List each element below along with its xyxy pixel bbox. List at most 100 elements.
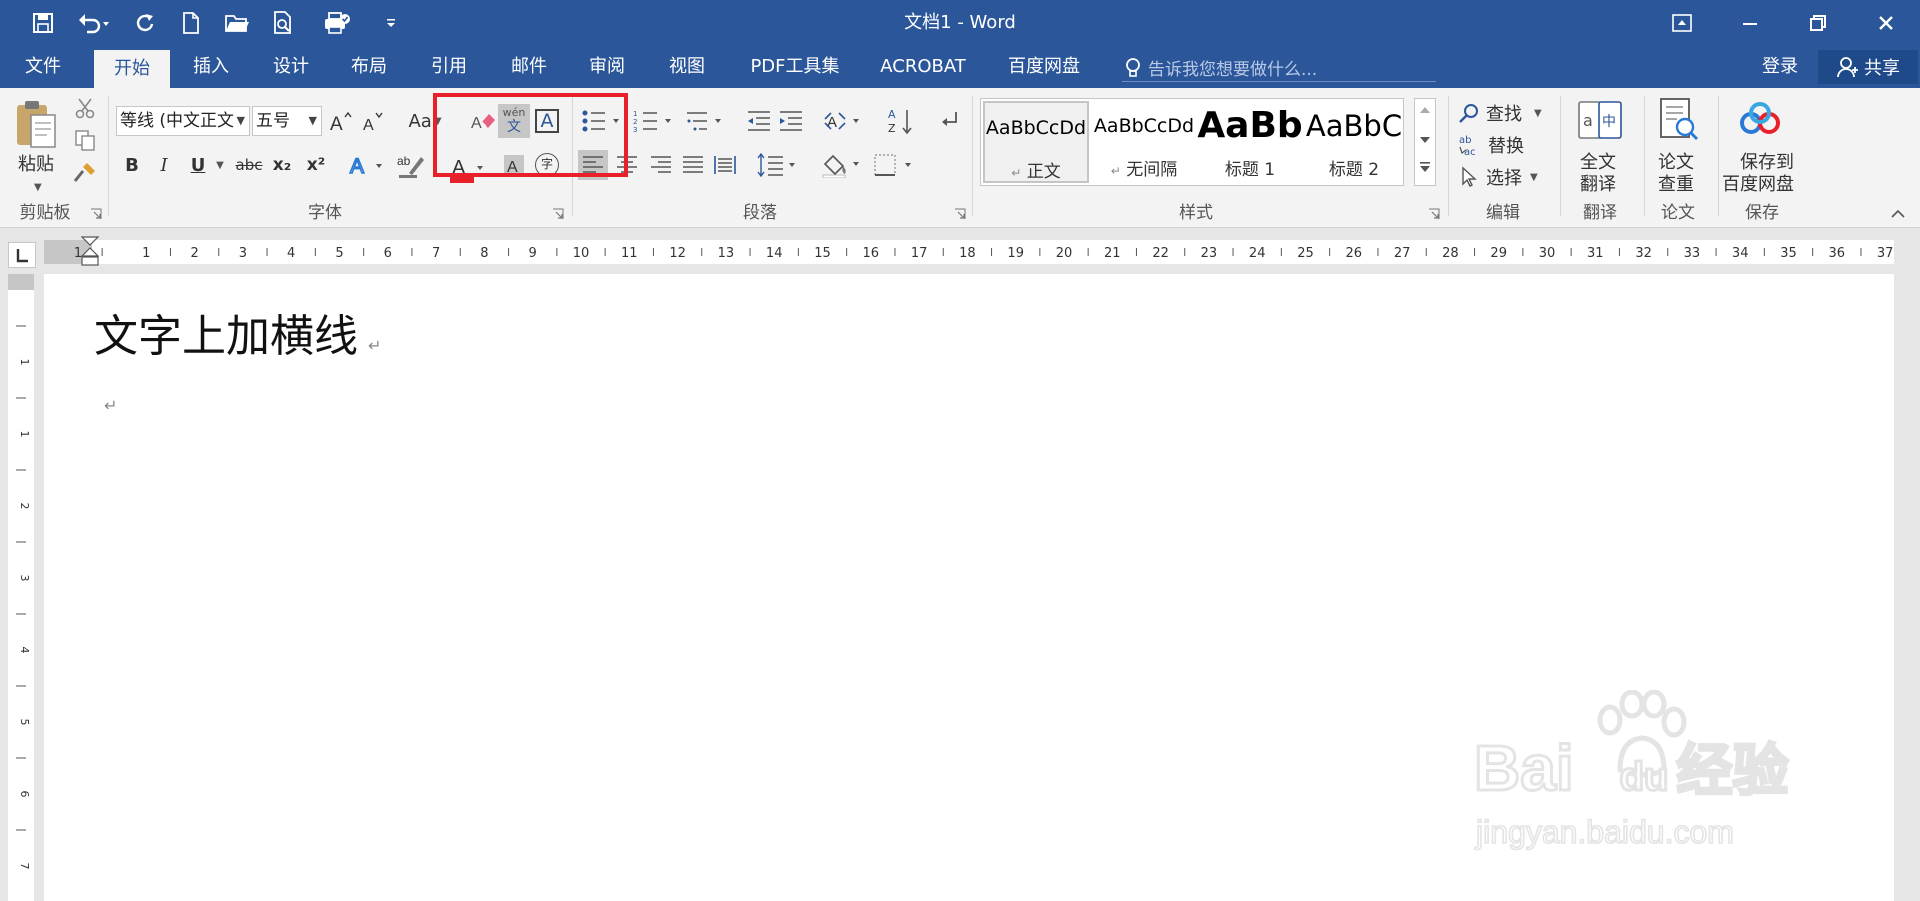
minimize-button[interactable]: [1716, 0, 1784, 46]
distributed-button[interactable]: [710, 150, 740, 180]
highlight-button[interactable]: ab: [396, 150, 426, 180]
paper-check-button[interactable]: [1650, 96, 1706, 146]
svg-text:A: A: [363, 117, 374, 133]
style-heading-2[interactable]: AaBbC 标题 2: [1301, 101, 1407, 183]
tab-mailings[interactable]: 邮件: [500, 46, 558, 88]
font-name-combo[interactable]: 等线 (中文正文 ▼: [116, 106, 250, 136]
tab-pdf-tools[interactable]: PDF工具集: [740, 46, 850, 88]
borders-button[interactable]: [872, 150, 918, 180]
ribbon-display-options-button[interactable]: [1648, 0, 1716, 46]
tab-home[interactable]: 开始: [94, 50, 170, 88]
paste-button[interactable]: [12, 98, 60, 152]
multilevel-list-button[interactable]: [684, 106, 730, 136]
select-button[interactable]: 选择 ▼: [1458, 162, 1548, 192]
paragraph-mark-icon: [942, 112, 957, 126]
dialog-launcher-icon[interactable]: [90, 208, 102, 220]
font-size-combo[interactable]: 五号 ▼: [252, 106, 322, 136]
collapse-ribbon-button[interactable]: [1886, 204, 1910, 224]
style-preview: AaBbCcDd: [1093, 115, 1195, 137]
replace-icon: abac: [1459, 135, 1476, 157]
styles-gallery: AaBbCcDd ↵ 正文 AaBbCcDd ↵ 无间隔 AaBb 标题 1 A…: [980, 98, 1404, 186]
shrink-font-button[interactable]: A: [358, 106, 386, 136]
dialog-launcher-icon[interactable]: [552, 208, 564, 220]
copy-button[interactable]: [72, 128, 98, 152]
distributed-icon: [714, 156, 736, 174]
style-no-spacing[interactable]: AaBbCcDd ↵ 无间隔: [1091, 101, 1197, 183]
ruler-number: 34: [1732, 246, 1749, 261]
ruler-number: 4: [18, 647, 31, 654]
save-to-netdisk-button[interactable]: [1732, 96, 1788, 146]
dialog-launcher-icon[interactable]: [954, 208, 966, 220]
replace-button[interactable]: ab ac 替换: [1458, 130, 1548, 160]
ruler-number: 17: [911, 246, 928, 261]
tab-insert[interactable]: 插入: [182, 46, 240, 88]
close-button[interactable]: [1852, 0, 1920, 46]
subscript-button[interactable]: x₂: [268, 150, 296, 180]
document-heading[interactable]: 文字上加横线 ↵: [94, 300, 381, 364]
tab-references[interactable]: 引用: [420, 46, 478, 88]
underline-button[interactable]: U: [184, 150, 212, 180]
ruler-number: 2: [190, 246, 198, 261]
bold-button[interactable]: B: [118, 150, 146, 180]
tab-selector[interactable]: [8, 242, 36, 268]
ruler-number: 16: [863, 246, 880, 261]
ruler-margin: [8, 274, 34, 290]
tab-file[interactable]: 文件: [14, 46, 72, 88]
tab-layout[interactable]: 布局: [340, 46, 398, 88]
increase-indent-button[interactable]: [776, 106, 806, 136]
format-painter-button[interactable]: [72, 160, 98, 184]
line-spacing-icon: [757, 153, 795, 177]
watermark-url: jingyan.baidu.com: [1475, 813, 1735, 851]
restore-button[interactable]: [1784, 0, 1852, 46]
svg-text:中: 中: [1602, 114, 1616, 130]
strikethrough-button[interactable]: abc: [234, 150, 264, 180]
decrease-indent-button[interactable]: [744, 106, 774, 136]
line-spacing-button[interactable]: [756, 150, 802, 180]
ruler-number: 33: [1684, 246, 1701, 261]
translate-button[interactable]: a中: [1572, 96, 1628, 146]
superscript-button[interactable]: x²: [302, 150, 330, 180]
scroll-down-icon[interactable]: [1419, 135, 1431, 145]
sort-button[interactable]: AZ: [886, 104, 916, 138]
chinese-layout-button[interactable]: A: [822, 106, 866, 136]
horizontal-ruler[interactable]: 1 1 2 3 4 5 6 7 8 9 10 11 12 13 14 15 16 17 18 19 20 21 22 23 24…: [44, 236, 1894, 266]
dialog-launcher-icon[interactable]: [1428, 208, 1440, 220]
show-hide-marks-button[interactable]: [934, 106, 964, 136]
indent-marker-icon[interactable]: [80, 236, 100, 276]
grow-font-button[interactable]: A: [326, 106, 354, 136]
svg-text:Z: Z: [888, 122, 896, 135]
ruler-number: 24: [1249, 246, 1266, 261]
login-link[interactable]: 登录: [1762, 46, 1798, 88]
find-button[interactable]: 查找 ▼: [1458, 98, 1548, 128]
cut-button[interactable]: [72, 96, 98, 120]
paste-dropdown[interactable]: ▼: [34, 174, 42, 195]
translate-icon: a中: [1578, 101, 1622, 139]
align-right-button[interactable]: [646, 150, 676, 180]
underline-dropdown[interactable]: ▼: [212, 150, 228, 180]
more-styles-icon[interactable]: [1419, 161, 1431, 175]
vertical-ruler[interactable]: 112345678: [8, 274, 34, 901]
text-effects-button[interactable]: A: [346, 150, 388, 180]
shading-button[interactable]: [820, 150, 866, 180]
tell-me-box[interactable]: 告诉我您想要做什么...: [1122, 54, 1436, 82]
scroll-up-icon[interactable]: [1419, 105, 1431, 115]
svg-text:A: A: [888, 108, 896, 121]
italic-button[interactable]: I: [150, 150, 178, 180]
change-case-label: Aa: [408, 110, 432, 132]
ruler-number: 35: [1780, 246, 1797, 261]
baidu-netdisk-icon: [1740, 102, 1780, 134]
tab-view[interactable]: 视图: [658, 46, 716, 88]
style-heading-1[interactable]: AaBb 标题 1: [1197, 101, 1303, 183]
tab-review[interactable]: 审阅: [578, 46, 636, 88]
ruler-number: 3: [18, 575, 31, 582]
tab-acrobat[interactable]: ACROBAT: [868, 46, 978, 88]
tab-design[interactable]: 设计: [262, 46, 320, 88]
tab-baidu-netdisk[interactable]: 百度网盘: [998, 46, 1090, 88]
style-normal[interactable]: AaBbCcDd ↵ 正文: [983, 101, 1089, 183]
justify-button[interactable]: [678, 150, 708, 180]
ruler-number: 5: [335, 246, 343, 261]
share-button[interactable]: 共享: [1818, 50, 1918, 84]
empty-paragraph-mark: ↵: [104, 396, 118, 415]
numbering-button[interactable]: 123: [632, 106, 678, 136]
title-bar: 文档1 - Word: [0, 0, 1920, 46]
